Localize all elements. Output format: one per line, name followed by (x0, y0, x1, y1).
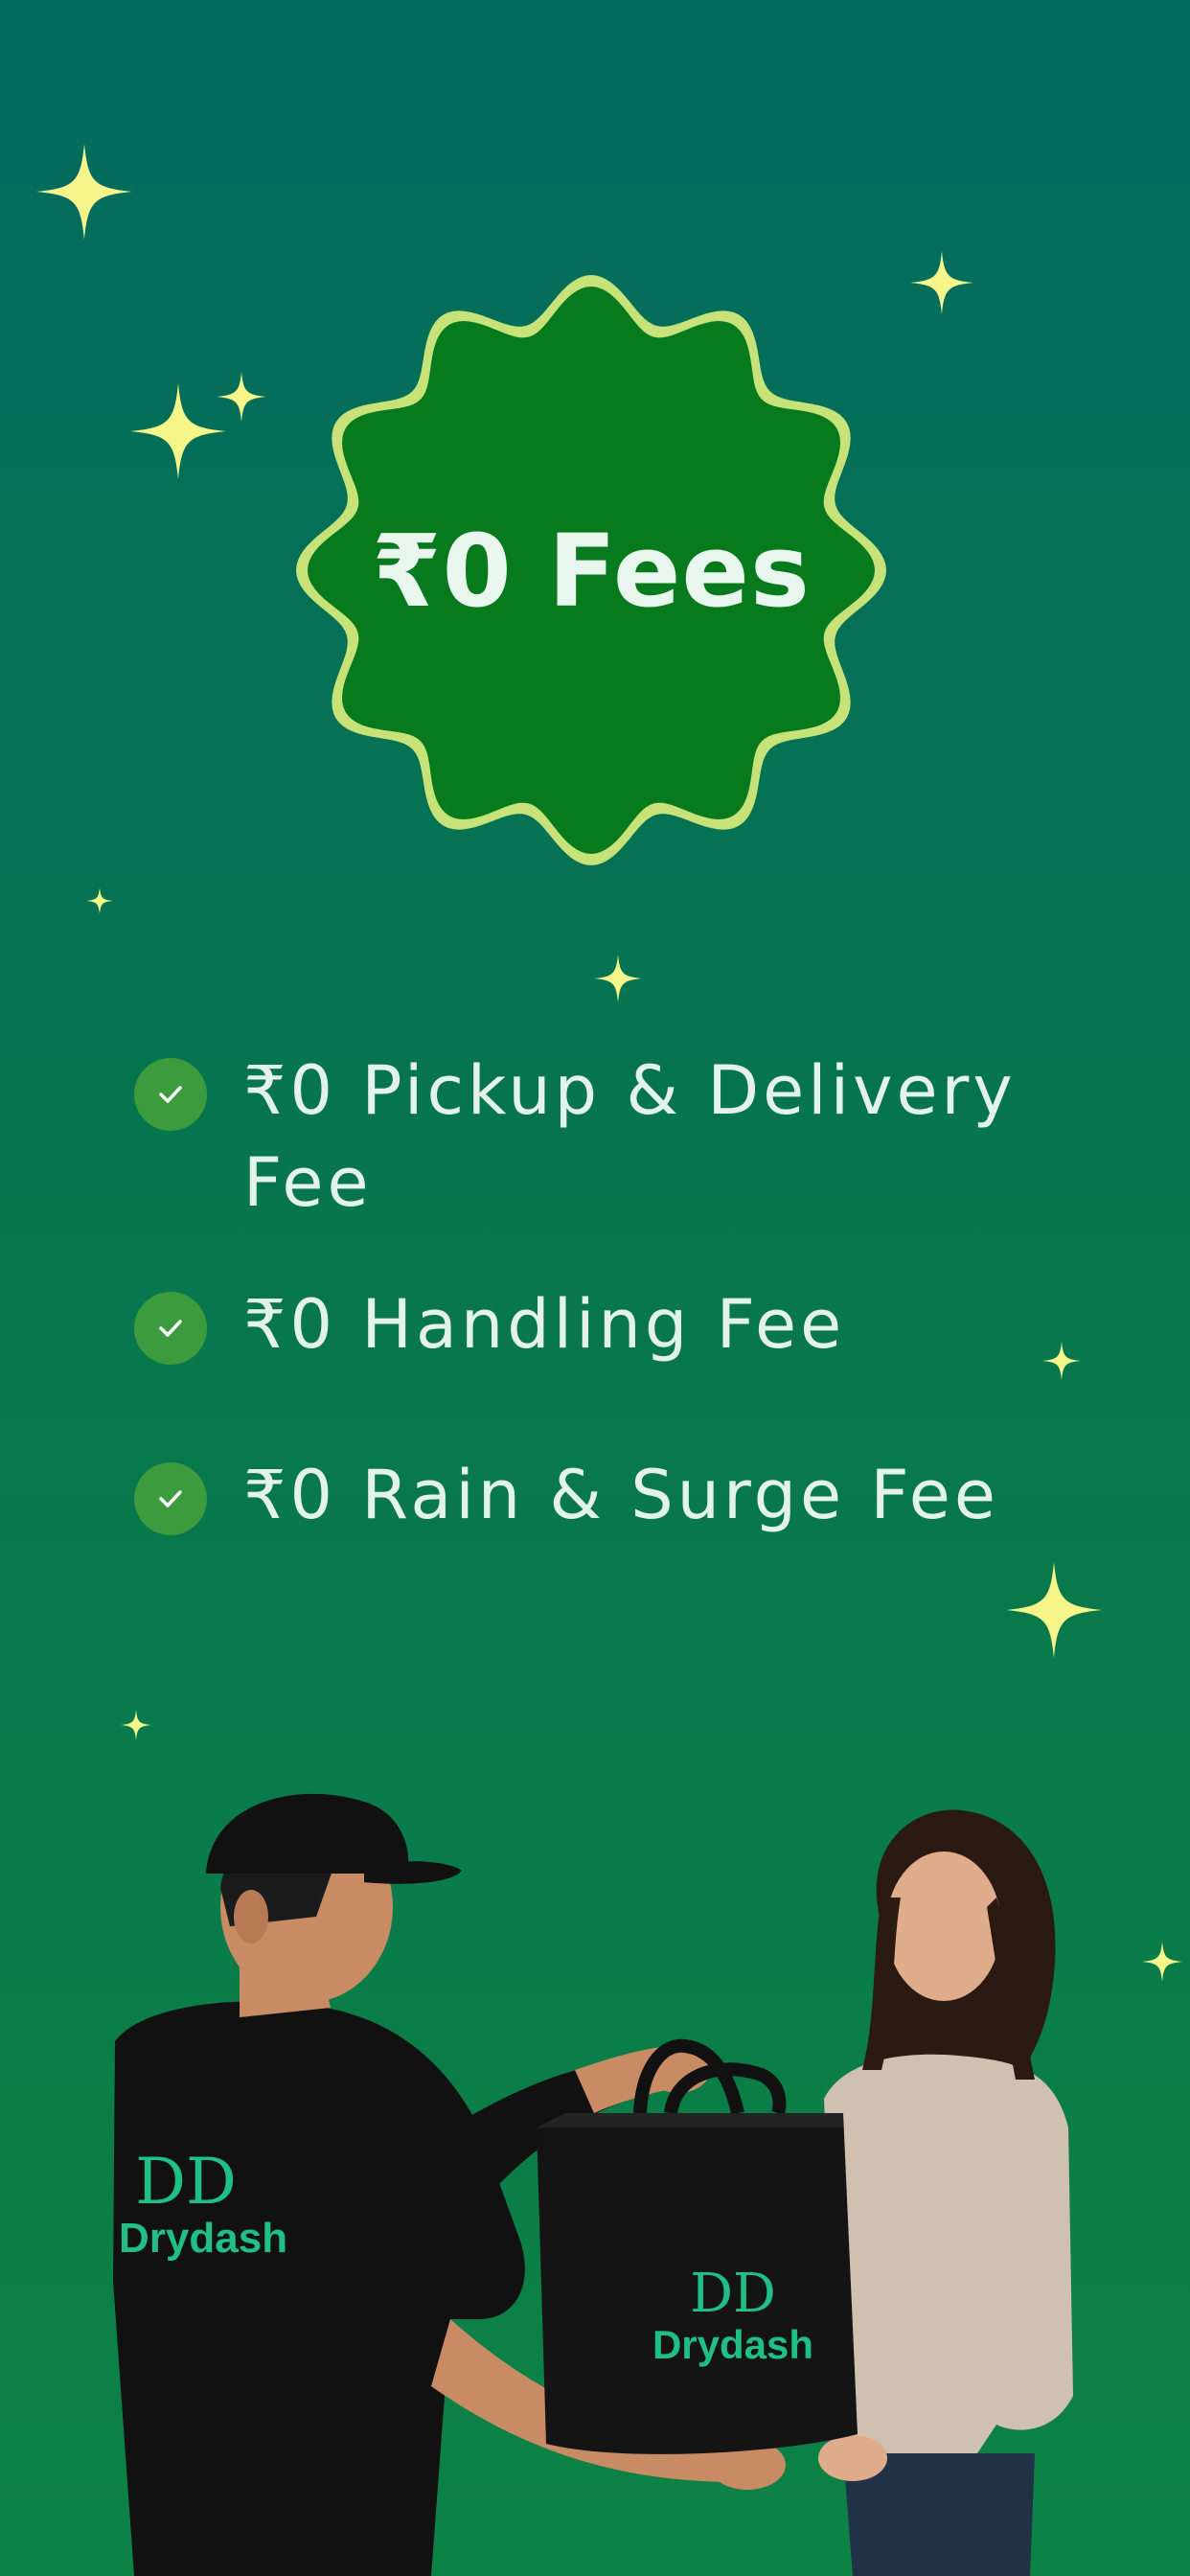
brand-mark-icon: DD (135, 2145, 237, 2219)
promo-screen: ₹0 Fees ₹0 Pickup & Delivery Fee ₹0 Hand… (0, 0, 1190, 2576)
bag-brand-text: Drydash (652, 2322, 814, 2367)
sparkle-icon (594, 954, 642, 1002)
check-icon (134, 1058, 207, 1131)
feature-text: ₹0 Handling Fee (243, 1285, 846, 1364)
check-icon (134, 1292, 207, 1365)
shirt-brand-text: Drydash (119, 2215, 288, 2262)
sparkle-icon (217, 372, 266, 422)
check-icon (134, 1462, 207, 1535)
sparkle-icon (1006, 1562, 1102, 1658)
feature-text: ₹0 Pickup & Delivery Fee (243, 1051, 1017, 1222)
sparkle-icon (86, 887, 113, 914)
feature-text: ₹0 Rain & Surge Fee (243, 1456, 999, 1534)
sparkle-icon (36, 144, 132, 240)
shirt-brand-logo: DD Drydash (119, 2145, 288, 2264)
feature-item-handling: ₹0 Handling Fee (134, 1278, 1111, 1370)
sparkle-icon (130, 383, 226, 479)
customer-person (818, 1809, 1073, 2576)
bag-brand-logo: DD Drydash (652, 2267, 814, 2369)
brand-mark-icon: DD (690, 2263, 776, 2325)
fee-feature-list: ₹0 Pickup & Delivery Fee ₹0 Handling Fee… (134, 1045, 1111, 1541)
feature-item-rain-surge: ₹0 Rain & Surge Fee (134, 1449, 1111, 1541)
badge-title: ₹0 Fees (372, 513, 811, 630)
zero-fees-badge: ₹0 Fees (293, 272, 889, 868)
sparkle-icon (910, 251, 973, 314)
sparkle-icon (121, 1710, 151, 1740)
feature-item-pickup-delivery: ₹0 Pickup & Delivery Fee (134, 1045, 1111, 1229)
